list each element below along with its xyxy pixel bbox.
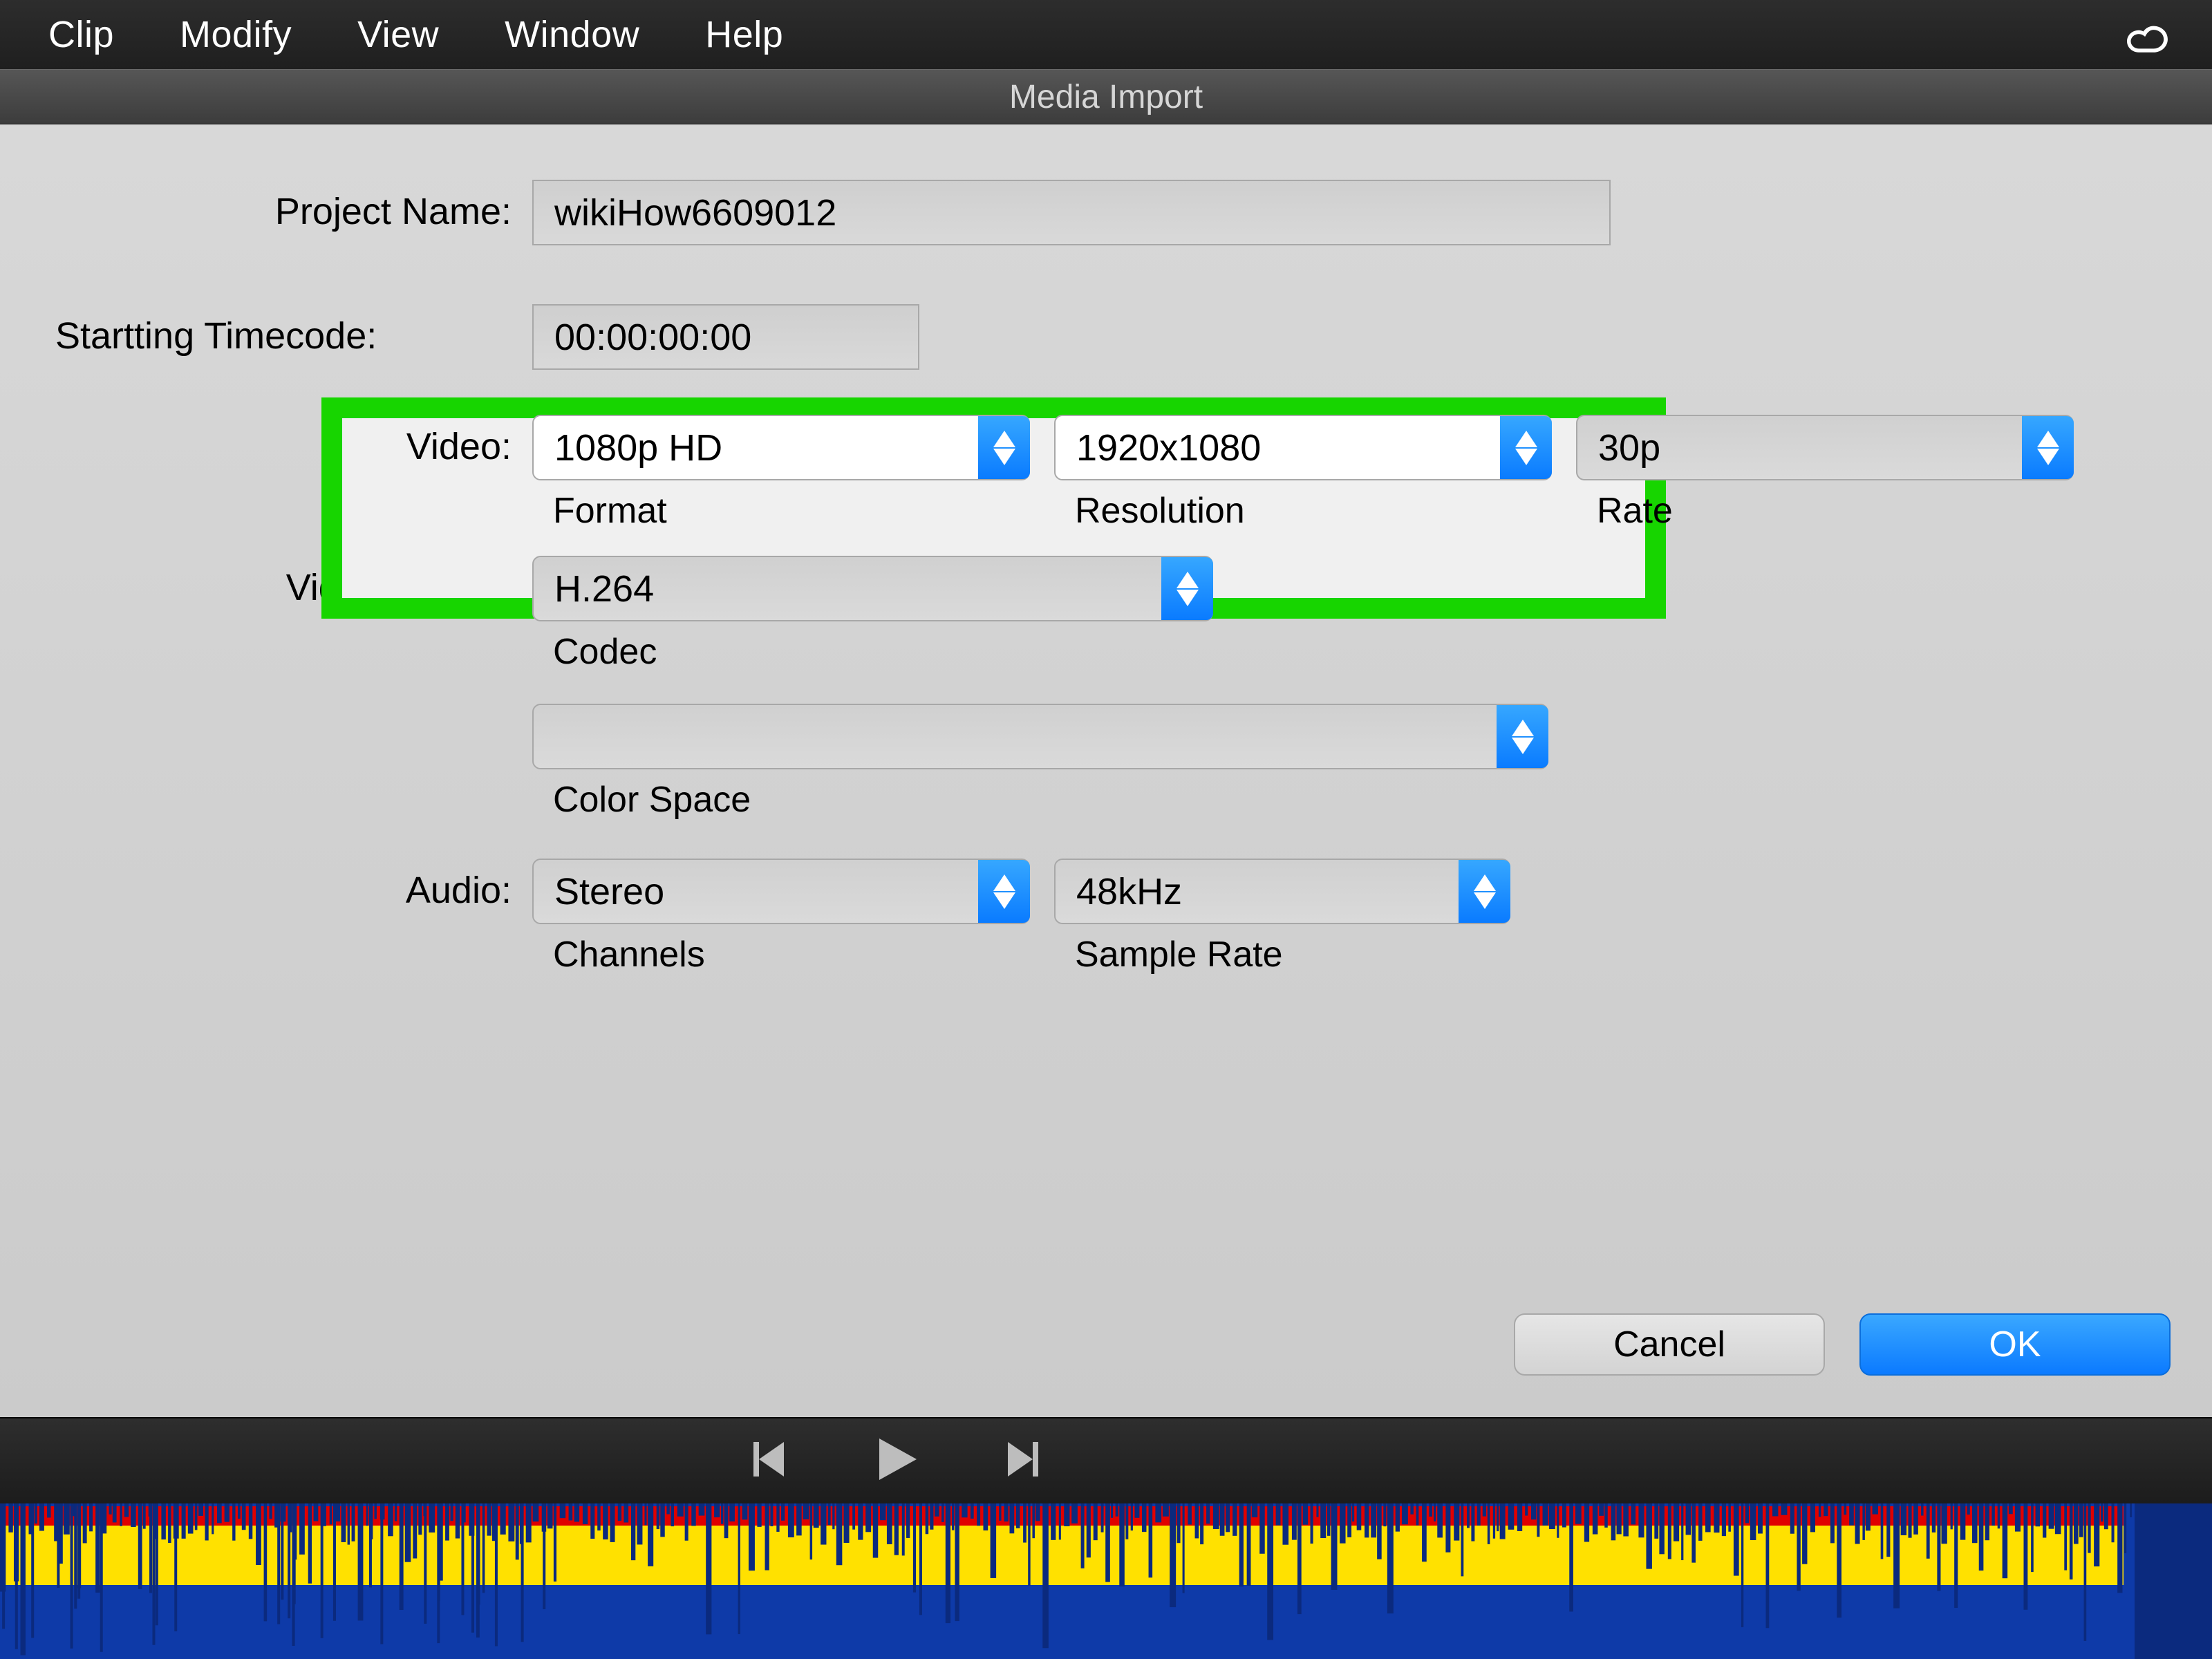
audio-channels-sublabel: Channels xyxy=(553,934,1030,975)
window-title: Media Import xyxy=(1009,78,1203,116)
video-rate-sublabel: Rate xyxy=(1597,490,2074,532)
starting-timecode-value: 00:00:00:00 xyxy=(554,316,751,359)
video-format-value: 1080p HD xyxy=(534,427,978,469)
menu-bar: Clip Modify View Window Help xyxy=(0,0,2212,69)
color-space-select[interactable] xyxy=(532,704,1548,769)
video-codec-select[interactable]: H.264 xyxy=(532,556,1213,621)
video-resolution-value: 1920x1080 xyxy=(1056,427,1500,469)
menu-clip[interactable]: Clip xyxy=(48,13,114,56)
next-clip-icon[interactable] xyxy=(1004,1438,1045,1483)
window-title-bar: Media Import xyxy=(0,69,2212,124)
audio-channels-select[interactable]: Stereo xyxy=(532,859,1030,924)
menu-help[interactable]: Help xyxy=(705,13,783,56)
cancel-button[interactable]: Cancel xyxy=(1514,1313,1825,1376)
video-codec-label: Video Coded: xyxy=(35,556,532,609)
menu-modify[interactable]: Modify xyxy=(180,13,292,56)
color-space-label-empty xyxy=(35,704,532,714)
ok-button-label: OK xyxy=(1989,1324,2041,1365)
video-label: Video: xyxy=(35,415,532,468)
stepper-icon xyxy=(978,860,1030,923)
media-import-dialog: Project Name: wikiHow6609012 Startting T… xyxy=(0,124,2212,1417)
stepper-icon xyxy=(978,416,1030,479)
menu-view[interactable]: View xyxy=(357,13,439,56)
previous-clip-icon[interactable] xyxy=(747,1438,788,1483)
stepper-icon xyxy=(2022,416,2074,479)
video-codec-value: H.264 xyxy=(534,568,1161,610)
stepper-icon xyxy=(1161,557,1213,620)
audio-sample-rate-value: 48kHz xyxy=(1056,870,1459,913)
audio-sample-rate-select[interactable]: 48kHz xyxy=(1054,859,1510,924)
video-format-select[interactable]: 1080p HD xyxy=(532,415,1030,480)
video-rate-value: 30p xyxy=(1577,427,2022,469)
ok-button[interactable]: OK xyxy=(1859,1313,2171,1376)
video-format-sublabel: Format xyxy=(553,490,1030,532)
video-resolution-select[interactable]: 1920x1080 xyxy=(1054,415,1552,480)
video-resolution-sublabel: Resolution xyxy=(1075,490,1552,532)
project-name-value: wikiHow6609012 xyxy=(554,191,836,234)
audio-waveform[interactable] xyxy=(0,1503,2212,1659)
audio-sample-rate-sublabel: Sample Rate xyxy=(1075,934,1510,975)
video-rate-select[interactable]: 30p xyxy=(1576,415,2074,480)
audio-label: Audio: xyxy=(35,859,532,912)
creative-cloud-icon[interactable] xyxy=(2124,14,2171,64)
color-space-sublabel: Color Space xyxy=(553,779,1548,821)
stepper-icon xyxy=(1497,705,1548,768)
video-codec-sublabel: Codec xyxy=(553,631,1213,673)
project-name-label: Project Name: xyxy=(35,180,532,233)
stepper-icon xyxy=(1500,416,1552,479)
stepper-icon xyxy=(1459,860,1510,923)
cancel-button-label: Cancel xyxy=(1613,1324,1725,1365)
project-name-input[interactable]: wikiHow6609012 xyxy=(532,180,1611,245)
audio-channels-value: Stereo xyxy=(534,870,978,913)
play-icon[interactable] xyxy=(871,1434,921,1488)
starting-timecode-label: Startting Timecode: xyxy=(35,304,532,357)
menu-window[interactable]: Window xyxy=(505,13,639,56)
starting-timecode-input[interactable]: 00:00:00:00 xyxy=(532,304,919,370)
transport-bar xyxy=(0,1417,2212,1503)
